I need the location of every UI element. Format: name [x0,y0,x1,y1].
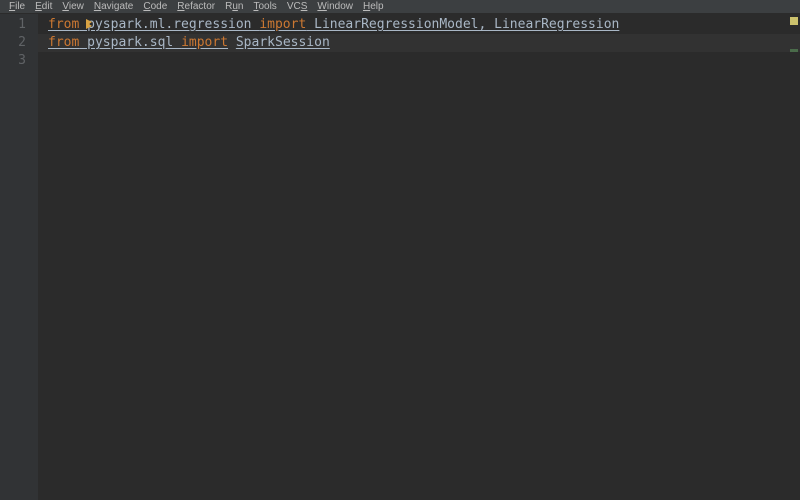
menu-tools[interactable]: Tools [248,0,281,14]
menu-code[interactable]: Code [138,0,172,14]
line-number[interactable]: 3 [0,52,38,70]
menu-view[interactable]: View [57,0,89,14]
code-line[interactable]: from pyspark.ml.regression import Linear… [38,16,800,34]
code-editor[interactable]: from pyspark.ml.regression import Linear… [38,14,800,500]
menu-run[interactable]: Run [220,0,248,14]
gutter: 1 2 3 [0,14,38,500]
menu-help[interactable]: Help [358,0,389,14]
inspection-stripe-icon[interactable] [790,49,798,52]
inspection-warning-icon[interactable] [790,17,798,25]
menu-refactor[interactable]: Refactor [172,0,220,14]
line-number[interactable]: 1 [0,16,38,34]
menubar: File Edit View Navigate Code Refactor Ru… [0,0,800,14]
menu-navigate[interactable]: Navigate [89,0,138,14]
menu-file[interactable]: File [4,0,30,14]
editor-area: 1 2 3 from pyspark.ml.regression import … [0,14,800,500]
menu-window[interactable]: Window [312,0,358,14]
line-number[interactable]: 2 [0,34,38,52]
code-line[interactable] [38,52,800,70]
menu-edit[interactable]: Edit [30,0,57,14]
code-line[interactable]: from pyspark.sql import SparkSession [38,34,800,52]
menu-vcs[interactable]: VCS [282,0,313,14]
